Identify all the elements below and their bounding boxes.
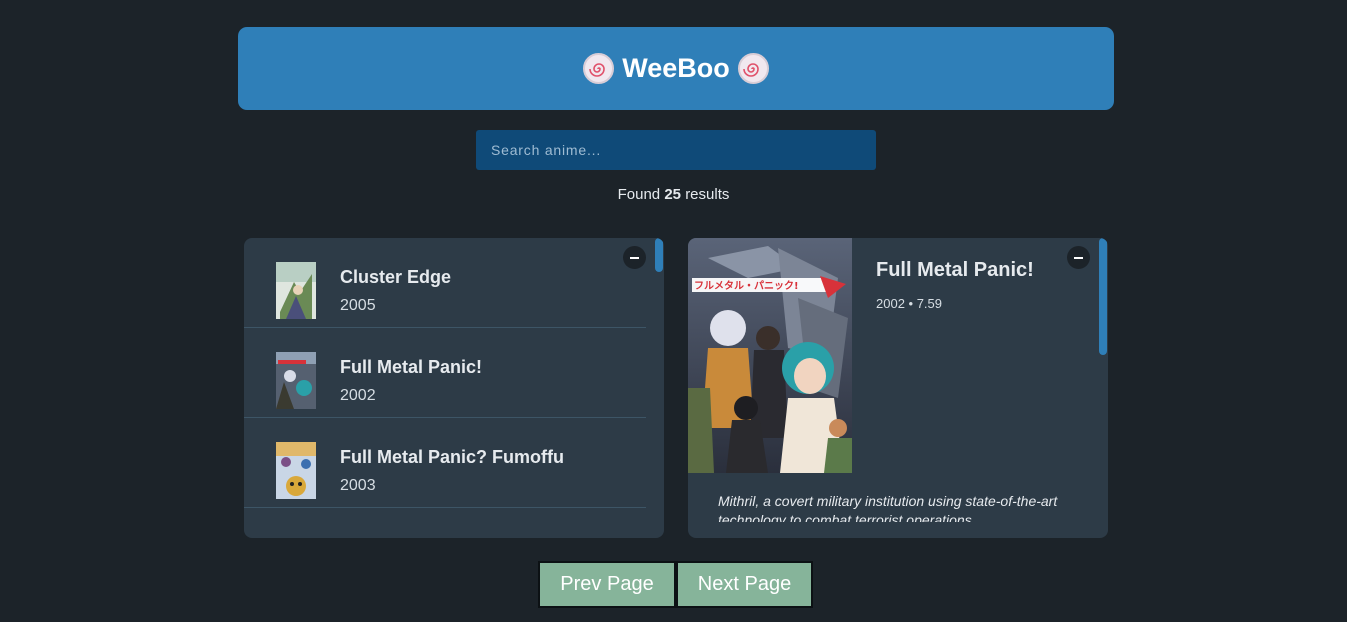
anime-poster: フルメタル・パニック! xyxy=(688,238,852,473)
anime-title: Full Metal Panic? Fumoffu xyxy=(340,447,564,467)
detail-title: Full Metal Panic! xyxy=(876,259,1034,281)
anime-title: Full Metal Panic! xyxy=(340,357,483,377)
anime-thumbnail xyxy=(276,442,316,499)
naruto-fishcake-icon xyxy=(737,53,769,84)
list-item[interactable]: Cluster Edge 2005 xyxy=(244,238,646,328)
minus-icon xyxy=(630,256,639,259)
detail-scrollbar[interactable] xyxy=(1098,238,1108,538)
anime-year: 2002 xyxy=(340,387,376,404)
scrollbar-thumb[interactable] xyxy=(655,238,663,272)
results-suffix: results xyxy=(685,186,730,203)
anime-thumbnail xyxy=(276,352,316,409)
results-count: Found 25 results xyxy=(0,186,1347,203)
detail-description: Mithril, a covert military institution u… xyxy=(718,493,1058,522)
minimize-button[interactable] xyxy=(623,246,646,269)
list-item[interactable]: Full Metal Panic! 2002 xyxy=(244,328,646,418)
anime-year: 2003 xyxy=(340,477,376,494)
results-list-panel[interactable]: Cluster Edge 2005 Full Metal Panic! 2002 xyxy=(244,238,664,538)
list-item[interactable]: Full Metal Panic? Fumoffu 2003 xyxy=(244,418,646,508)
naruto-fishcake-icon xyxy=(583,53,615,84)
list-scrollbar[interactable] xyxy=(654,238,664,538)
app-title: WeeBoo xyxy=(622,53,730,83)
search-input[interactable] xyxy=(476,130,876,170)
results-number: 25 xyxy=(664,186,682,203)
minus-icon xyxy=(1074,256,1083,259)
results-prefix: Found xyxy=(617,186,661,203)
scrollbar-thumb[interactable] xyxy=(1099,238,1107,355)
poster-logo-text: フルメタル・パニック! xyxy=(694,280,799,292)
detail-meta: 2002 • 7.59 xyxy=(876,296,942,311)
anime-title: Cluster Edge xyxy=(340,267,452,287)
anime-year: 2005 xyxy=(340,297,376,314)
next-page-button[interactable]: Next Page xyxy=(676,561,813,608)
prev-page-button[interactable]: Prev Page xyxy=(538,561,676,608)
anime-detail-panel: フルメタル・パニック! Full Metal Panic! 2002 • 7.5… xyxy=(688,238,1108,538)
minimize-button[interactable] xyxy=(1067,246,1090,269)
app-header: WeeBoo xyxy=(238,27,1114,110)
anime-thumbnail xyxy=(276,262,316,319)
